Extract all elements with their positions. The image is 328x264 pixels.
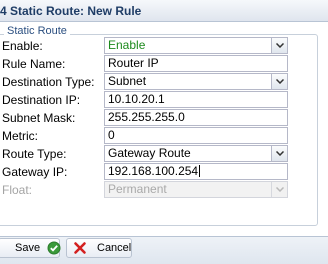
destination-ip-input[interactable]: 10.10.20.1 xyxy=(104,91,288,108)
rule-name-input[interactable]: Router IP xyxy=(104,55,288,72)
chevron-down-icon xyxy=(276,43,284,48)
route-type-value: Gateway Route xyxy=(108,146,191,160)
row-metric: Metric: 0 xyxy=(0,127,328,145)
dialog-body: Static Route Enable: Enable Rule Name: R… xyxy=(0,22,328,236)
text-caret xyxy=(199,165,201,177)
fieldset-legend: Static Route xyxy=(4,25,70,37)
destination-type-dropdown-trigger[interactable] xyxy=(271,74,287,89)
route-type-dropdown-trigger[interactable] xyxy=(271,146,287,161)
float-label: Float: xyxy=(2,183,33,197)
row-enable: Enable: Enable xyxy=(0,37,328,55)
row-float: Float: Permanent xyxy=(0,181,328,199)
subnet-mask-label: Subnet Mask: xyxy=(2,111,76,125)
gateway-ip-value: 192.168.100.254 xyxy=(108,164,199,178)
gateway-ip-input[interactable]: 192.168.100.254 xyxy=(104,163,288,180)
cancel-button-label: Cancel xyxy=(97,242,132,254)
save-button[interactable]: Save xyxy=(0,238,61,258)
row-destination-type: Destination Type: Subnet xyxy=(0,73,328,91)
enable-value: Enable xyxy=(108,38,146,52)
destination-ip-label: Destination IP: xyxy=(2,93,81,107)
route-type-label: Route Type: xyxy=(2,147,67,161)
row-destination-ip: Destination IP: 10.10.20.1 xyxy=(0,91,328,109)
metric-input[interactable]: 0 xyxy=(104,127,288,144)
row-route-type: Route Type: Gateway Route xyxy=(0,145,328,163)
gateway-ip-label: Gateway IP: xyxy=(2,165,68,179)
enable-select[interactable]: Enable xyxy=(104,37,288,54)
destination-type-label: Destination Type: xyxy=(2,75,95,89)
destination-type-select[interactable]: Subnet xyxy=(104,73,288,90)
save-button-label: Save xyxy=(15,242,41,254)
enable-dropdown-trigger[interactable] xyxy=(271,38,287,53)
chevron-down-icon xyxy=(276,79,284,84)
subnet-mask-input[interactable]: 255.255.255.0 xyxy=(104,109,288,126)
check-circle-icon xyxy=(47,241,61,255)
route-type-select[interactable]: Gateway Route xyxy=(104,145,288,162)
row-subnet-mask: Subnet Mask: 255.255.255.0 xyxy=(0,109,328,127)
float-value: Permanent xyxy=(108,182,167,196)
metric-label: Metric: xyxy=(2,129,38,143)
float-select: Permanent xyxy=(104,181,288,198)
row-rule-name: Rule Name: Router IP xyxy=(0,55,328,73)
row-gateway-ip: Gateway IP: 192.168.100.254 xyxy=(0,163,328,181)
enable-label: Enable: xyxy=(2,39,43,53)
float-dropdown-trigger xyxy=(271,182,287,197)
dialog-footer: Save Cancel xyxy=(0,236,328,264)
destination-type-value: Subnet xyxy=(108,74,147,88)
rule-name-label: Rule Name: xyxy=(2,57,66,71)
chevron-down-icon xyxy=(276,151,284,156)
dialog-title-bar[interactable]: 4 Static Route: New Rule xyxy=(0,0,328,22)
cancel-button[interactable]: Cancel xyxy=(66,238,132,258)
red-x-icon xyxy=(74,242,86,254)
chevron-down-icon xyxy=(276,187,284,192)
dialog-title: 4 Static Route: New Rule xyxy=(0,4,142,18)
